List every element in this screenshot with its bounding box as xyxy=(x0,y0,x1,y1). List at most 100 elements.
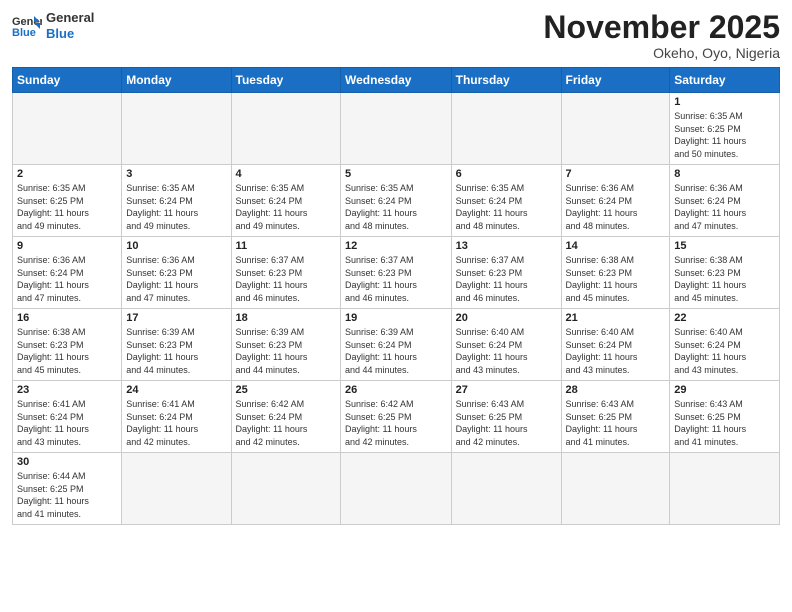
day-info: Sunrise: 6:36 AMSunset: 6:24 PMDaylight:… xyxy=(566,182,666,232)
day-info: Sunrise: 6:35 AMSunset: 6:25 PMDaylight:… xyxy=(17,182,117,232)
calendar-cell: 2 Sunrise: 6:35 AMSunset: 6:25 PMDaylight… xyxy=(13,165,122,237)
day-number: 21 xyxy=(566,312,666,324)
location: Okeho, Oyo, Nigeria xyxy=(543,45,780,61)
day-info: Sunrise: 6:35 AMSunset: 6:25 PMDaylight:… xyxy=(674,110,775,160)
day-number: 19 xyxy=(345,312,447,324)
day-number: 26 xyxy=(345,384,447,396)
svg-text:Blue: Blue xyxy=(12,27,36,38)
month-title: November 2025 xyxy=(543,10,780,45)
calendar-cell: 19 Sunrise: 6:39 AMSunset: 6:24 PMDayligh… xyxy=(341,309,452,381)
day-info: Sunrise: 6:35 AMSunset: 6:24 PMDaylight:… xyxy=(126,182,226,232)
calendar-cell: 10Sunrise: 6:36 AMSunset: 6:23 PMDayligh… xyxy=(122,237,231,309)
calendar-cell: 7 Sunrise: 6:36 AMSunset: 6:24 PMDaylight… xyxy=(561,165,670,237)
calendar-cell: 4Sunrise: 6:35 AMSunset: 6:24 PMDaylight… xyxy=(231,165,340,237)
day-number: 9 xyxy=(17,240,117,252)
day-number: 14 xyxy=(566,240,666,252)
calendar-cell: 18 Sunrise: 6:39 AMSunset: 6:23 PMDayligh… xyxy=(231,309,340,381)
calendar-cell: 30 Sunrise: 6:44 AMSunset: 6:25 PMDayligh… xyxy=(13,453,122,524)
day-info: Sunrise: 6:41 AMSunset: 6:24 PMDaylight:… xyxy=(17,398,117,448)
calendar-cell: 20 Sunrise: 6:40 AMSunset: 6:24 PMDayligh… xyxy=(451,309,561,381)
day-number: 3 xyxy=(126,168,226,180)
day-info: Sunrise: 6:43 AMSunset: 6:25 PMDaylight:… xyxy=(566,398,666,448)
day-info: Sunrise: 6:35 AMSunset: 6:24 PMDaylight:… xyxy=(236,182,336,232)
day-info: Sunrise: 6:37 AMSunset: 6:23 PMDaylight:… xyxy=(236,254,336,304)
calendar-cell xyxy=(341,93,452,165)
day-number: 10 xyxy=(126,240,226,252)
calendar-table: Sunday Monday Tuesday Wednesday Thursday… xyxy=(12,67,780,524)
calendar-cell xyxy=(231,453,340,524)
calendar-cell xyxy=(122,453,231,524)
day-number: 20 xyxy=(456,312,557,324)
calendar-cell: 8Sunrise: 6:36 AMSunset: 6:24 PMDaylight… xyxy=(670,165,780,237)
day-info: Sunrise: 6:42 AMSunset: 6:24 PMDaylight:… xyxy=(236,398,336,448)
day-number: 22 xyxy=(674,312,775,324)
calendar-cell: 13 Sunrise: 6:37 AMSunset: 6:23 PMDayligh… xyxy=(451,237,561,309)
day-info: Sunrise: 6:39 AMSunset: 6:23 PMDaylight:… xyxy=(236,326,336,376)
day-info: Sunrise: 6:43 AMSunset: 6:25 PMDaylight:… xyxy=(674,398,775,448)
calendar-week-row: 16Sunrise: 6:38 AMSunset: 6:23 PMDayligh… xyxy=(13,309,780,381)
calendar-week-row: 9 Sunrise: 6:36 AMSunset: 6:24 PMDaylight… xyxy=(13,237,780,309)
day-info: Sunrise: 6:39 AMSunset: 6:23 PMDaylight:… xyxy=(126,326,226,376)
calendar-cell xyxy=(13,93,122,165)
day-number: 25 xyxy=(236,384,336,396)
day-info: Sunrise: 6:35 AMSunset: 6:24 PMDaylight:… xyxy=(345,182,447,232)
calendar-cell xyxy=(451,453,561,524)
day-info: Sunrise: 6:39 AMSunset: 6:24 PMDaylight:… xyxy=(345,326,447,376)
day-number: 18 xyxy=(236,312,336,324)
day-number: 8 xyxy=(674,168,775,180)
calendar-cell: 25 Sunrise: 6:42 AMSunset: 6:24 PMDayligh… xyxy=(231,381,340,453)
col-sunday: Sunday xyxy=(13,68,122,93)
calendar-cell: 29 Sunrise: 6:43 AMSunset: 6:25 PMDayligh… xyxy=(670,381,780,453)
logo: General Blue General Blue xyxy=(12,10,94,41)
day-info: Sunrise: 6:37 AMSunset: 6:23 PMDaylight:… xyxy=(456,254,557,304)
calendar-cell: 21 Sunrise: 6:40 AMSunset: 6:24 PMDayligh… xyxy=(561,309,670,381)
calendar-cell: 11Sunrise: 6:37 AMSunset: 6:23 PMDayligh… xyxy=(231,237,340,309)
day-info: Sunrise: 6:44 AMSunset: 6:25 PMDaylight:… xyxy=(17,470,117,520)
calendar-cell: 24Sunrise: 6:41 AMSunset: 6:24 PMDayligh… xyxy=(122,381,231,453)
col-monday: Monday xyxy=(122,68,231,93)
day-number: 1 xyxy=(674,96,775,108)
logo-general-text: General xyxy=(46,10,94,26)
day-number: 7 xyxy=(566,168,666,180)
col-thursday: Thursday xyxy=(451,68,561,93)
day-number: 23 xyxy=(17,384,117,396)
day-info: Sunrise: 6:38 AMSunset: 6:23 PMDaylight:… xyxy=(17,326,117,376)
day-number: 29 xyxy=(674,384,775,396)
calendar-cell: 22 Sunrise: 6:40 AMSunset: 6:24 PMDayligh… xyxy=(670,309,780,381)
calendar-cell: 16Sunrise: 6:38 AMSunset: 6:23 PMDayligh… xyxy=(13,309,122,381)
day-info: Sunrise: 6:41 AMSunset: 6:24 PMDaylight:… xyxy=(126,398,226,448)
calendar-cell xyxy=(341,453,452,524)
page-header: General Blue General Blue November 2025 … xyxy=(12,10,780,61)
day-info: Sunrise: 6:40 AMSunset: 6:24 PMDaylight:… xyxy=(456,326,557,376)
calendar-week-row: 1 Sunrise: 6:35 AMSunset: 6:25 PMDaylight… xyxy=(13,93,780,165)
day-number: 5 xyxy=(345,168,447,180)
day-info: Sunrise: 6:38 AMSunset: 6:23 PMDaylight:… xyxy=(566,254,666,304)
day-info: Sunrise: 6:37 AMSunset: 6:23 PMDaylight:… xyxy=(345,254,447,304)
day-number: 27 xyxy=(456,384,557,396)
calendar-cell: 26 Sunrise: 6:42 AMSunset: 6:25 PMDayligh… xyxy=(341,381,452,453)
day-info: Sunrise: 6:35 AMSunset: 6:24 PMDaylight:… xyxy=(456,182,557,232)
day-number: 2 xyxy=(17,168,117,180)
calendar-cell xyxy=(670,453,780,524)
calendar-cell: 12Sunrise: 6:37 AMSunset: 6:23 PMDayligh… xyxy=(341,237,452,309)
day-info: Sunrise: 6:40 AMSunset: 6:24 PMDaylight:… xyxy=(566,326,666,376)
day-number: 17 xyxy=(126,312,226,324)
day-info: Sunrise: 6:40 AMSunset: 6:24 PMDaylight:… xyxy=(674,326,775,376)
calendar-cell xyxy=(231,93,340,165)
calendar-cell xyxy=(122,93,231,165)
day-number: 15 xyxy=(674,240,775,252)
day-number: 13 xyxy=(456,240,557,252)
day-info: Sunrise: 6:43 AMSunset: 6:25 PMDaylight:… xyxy=(456,398,557,448)
day-info: Sunrise: 6:36 AMSunset: 6:24 PMDaylight:… xyxy=(17,254,117,304)
col-tuesday: Tuesday xyxy=(231,68,340,93)
calendar-cell: 9 Sunrise: 6:36 AMSunset: 6:24 PMDaylight… xyxy=(13,237,122,309)
day-info: Sunrise: 6:42 AMSunset: 6:25 PMDaylight:… xyxy=(345,398,447,448)
calendar-cell xyxy=(561,93,670,165)
day-number: 30 xyxy=(17,456,117,468)
calendar-cell: 14 Sunrise: 6:38 AMSunset: 6:23 PMDayligh… xyxy=(561,237,670,309)
calendar-week-row: 2 Sunrise: 6:35 AMSunset: 6:25 PMDaylight… xyxy=(13,165,780,237)
calendar-cell xyxy=(561,453,670,524)
calendar-header-row: Sunday Monday Tuesday Wednesday Thursday… xyxy=(13,68,780,93)
day-number: 28 xyxy=(566,384,666,396)
col-saturday: Saturday xyxy=(670,68,780,93)
